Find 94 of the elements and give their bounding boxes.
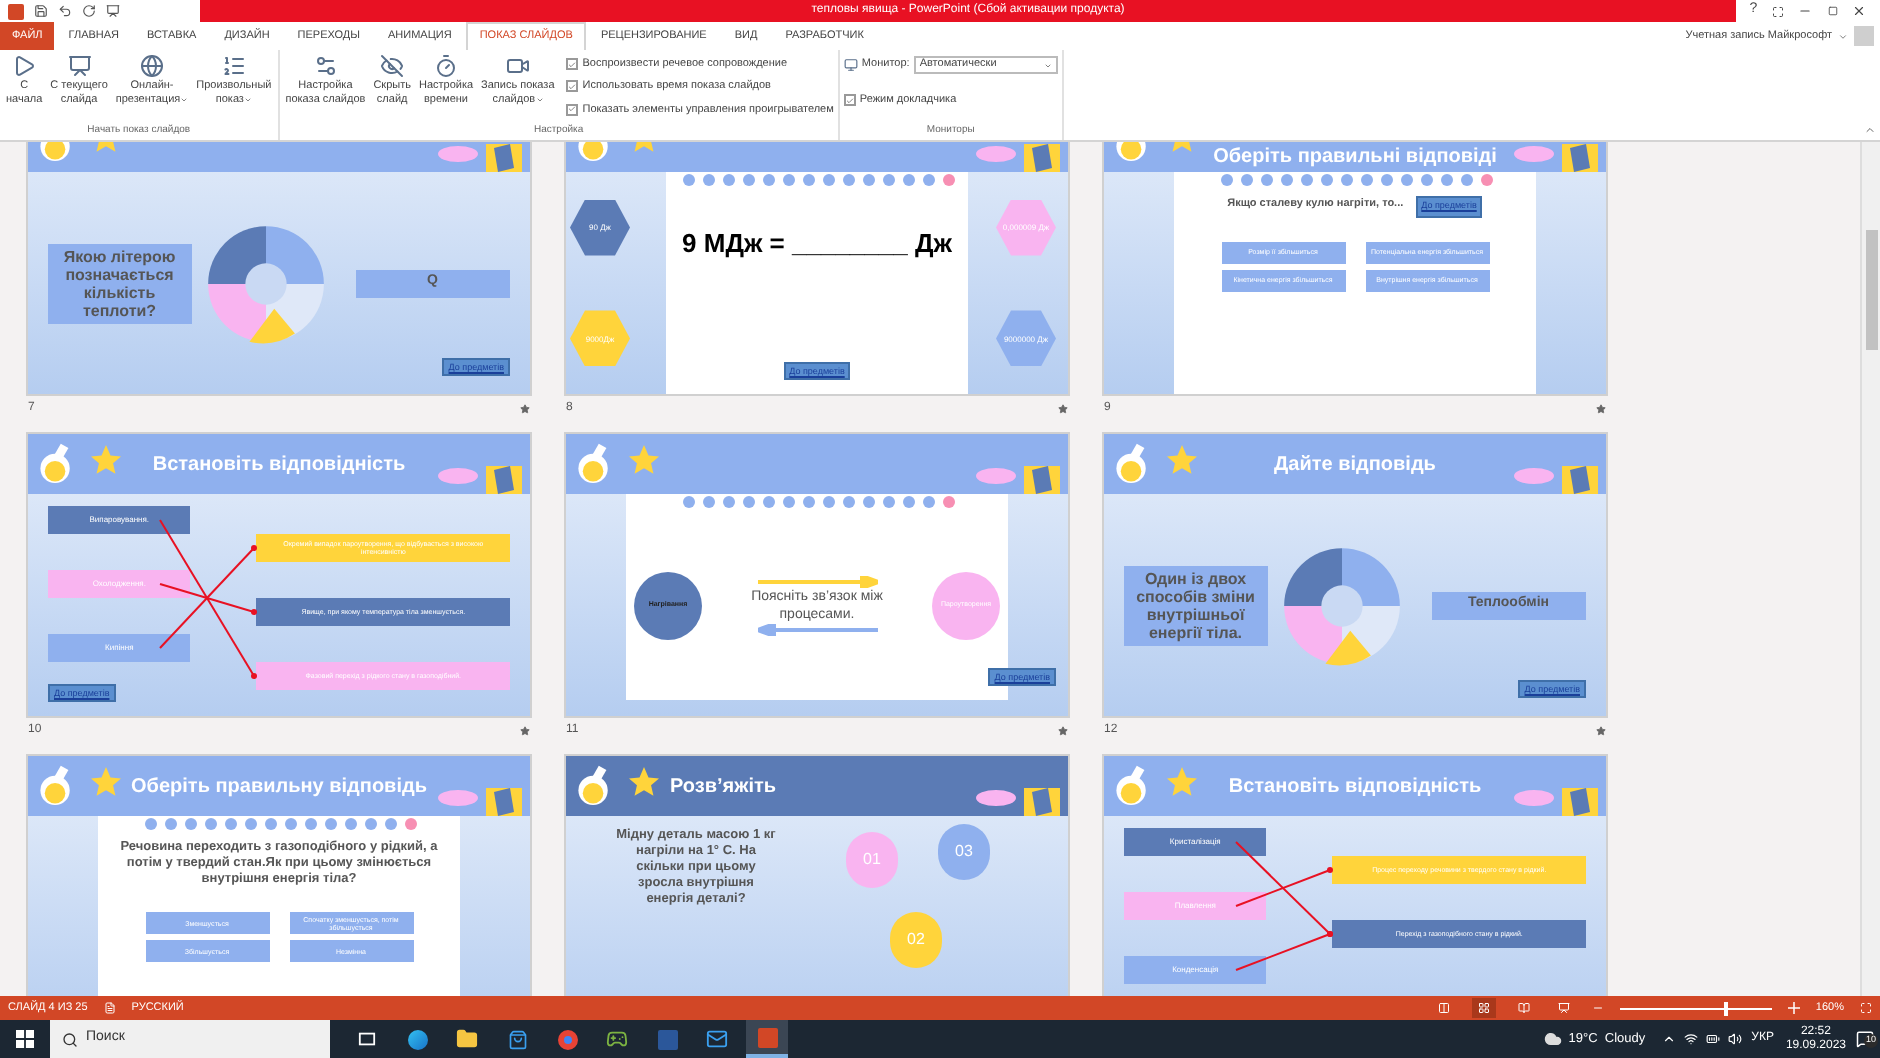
question-card: Якою літерою позначається кількість теплоти? — [48, 243, 192, 323]
pencil-drawing — [1024, 788, 1060, 816]
star-icon — [1164, 764, 1200, 800]
transition-icon — [1596, 403, 1606, 413]
timer-icon — [434, 54, 458, 78]
notification-icon[interactable] — [1856, 1030, 1874, 1048]
slide-title: Оберіть правильну відповідь — [131, 773, 427, 801]
globe-icon — [140, 54, 164, 78]
restore-icon[interactable] — [1827, 6, 1838, 16]
list-icon — [221, 54, 246, 78]
game-icon[interactable] — [606, 1028, 628, 1050]
checkbox[interactable] — [566, 80, 579, 93]
play-icon — [12, 54, 37, 78]
slide-title: Оберіть правильні відповіді — [1213, 144, 1497, 172]
slide-title: Встановіть відповідність — [152, 451, 406, 479]
scrollbar[interactable] — [1860, 142, 1880, 996]
pencil-drawing — [486, 144, 522, 172]
weather-icon — [1544, 1030, 1563, 1048]
spelling-icon — [103, 1002, 116, 1014]
eye-off-icon — [380, 54, 405, 78]
pencil-drawing — [1024, 144, 1060, 172]
question-card: Один із двох способів зміни внутрішньої енергії тіла. — [1124, 565, 1268, 645]
checkbox[interactable] — [566, 58, 579, 71]
star-icon — [88, 764, 124, 800]
close-icon[interactable] — [1852, 4, 1867, 18]
blob-drawing — [438, 146, 478, 162]
start-icon[interactable] — [16, 1030, 34, 1048]
light-bulb: 02 — [890, 912, 942, 968]
pencil-drawing — [1562, 466, 1598, 494]
blob-drawing — [438, 790, 478, 806]
star-icon — [1164, 442, 1200, 478]
equation-text: 9 МДж = ________ Дж — [682, 226, 952, 262]
slide-title: Дайте відповідь — [1274, 451, 1436, 479]
screen-icon — [67, 54, 92, 78]
pencil-drawing — [486, 466, 522, 494]
light-bulb: 03 — [938, 824, 990, 880]
slideshow-icon[interactable] — [106, 4, 120, 18]
network-icon[interactable] — [1683, 1032, 1698, 1046]
check-icon — [568, 104, 577, 115]
pencil-drawing — [486, 788, 522, 816]
checkbox[interactable] — [843, 94, 856, 107]
store-bag-icon[interactable] — [507, 1029, 527, 1049]
pencil-drawing — [1562, 144, 1598, 172]
monitor-icon — [843, 58, 858, 72]
blob-drawing — [976, 468, 1016, 484]
battery-icon[interactable] — [1705, 1032, 1720, 1046]
transition-icon — [520, 725, 530, 735]
hidden-icons-icon[interactable] — [1661, 1032, 1676, 1046]
slide-title: Встановіть відповідність — [1228, 773, 1482, 801]
settings-icon — [313, 54, 338, 78]
light-bulb: 01 — [846, 832, 898, 888]
left-arrow-drawing — [757, 623, 877, 635]
view-button[interactable] — [1471, 998, 1496, 1018]
blob-drawing — [438, 468, 478, 484]
cycle-diagram-drawing — [1279, 543, 1404, 667]
star-icon — [626, 442, 662, 478]
star-icon — [626, 764, 662, 800]
blob-drawing — [976, 790, 1016, 806]
checkbox[interactable] — [566, 103, 579, 116]
columns-icon — [1437, 1002, 1450, 1014]
transition-icon — [1596, 725, 1606, 735]
minimize-icon[interactable] — [1798, 4, 1813, 18]
slide-thumbnail[interactable] — [26, 432, 532, 718]
undo-icon[interactable] — [58, 4, 72, 18]
pencil-drawing — [1562, 788, 1598, 816]
blob-drawing — [1514, 146, 1554, 162]
task-view-icon[interactable] — [358, 1030, 376, 1048]
slide-title: Розв’яжіть — [670, 773, 777, 801]
transition-icon — [520, 403, 530, 413]
check-icon — [845, 95, 854, 106]
folder-icon[interactable] — [456, 1028, 478, 1050]
video-camera-icon — [505, 54, 530, 78]
blob-drawing — [1514, 790, 1554, 806]
screen-icon — [1557, 1002, 1570, 1014]
blob-drawing — [1514, 468, 1554, 484]
browser-icon[interactable] — [557, 1029, 577, 1049]
book-icon — [1517, 1002, 1530, 1014]
caret-icon[interactable] — [1838, 31, 1848, 41]
redo-icon[interactable] — [82, 4, 96, 18]
save-icon[interactable] — [34, 4, 48, 18]
grid-icon — [1477, 1002, 1490, 1014]
cycle-diagram-drawing — [203, 221, 328, 345]
search-icon — [62, 1031, 78, 1047]
zoom-in-icon[interactable] — [1787, 1002, 1800, 1014]
star-icon — [88, 442, 124, 478]
volume-icon[interactable] — [1727, 1032, 1742, 1046]
browser-icon[interactable] — [407, 1029, 427, 1049]
right-arrow-drawing — [757, 575, 877, 587]
transition-icon — [1058, 725, 1068, 735]
mail-icon[interactable] — [706, 1028, 728, 1050]
pencil-drawing — [1024, 466, 1060, 494]
blob-drawing — [976, 146, 1016, 162]
transition-icon — [1058, 403, 1068, 413]
zoom-slider-thumb[interactable] — [1723, 1001, 1728, 1015]
